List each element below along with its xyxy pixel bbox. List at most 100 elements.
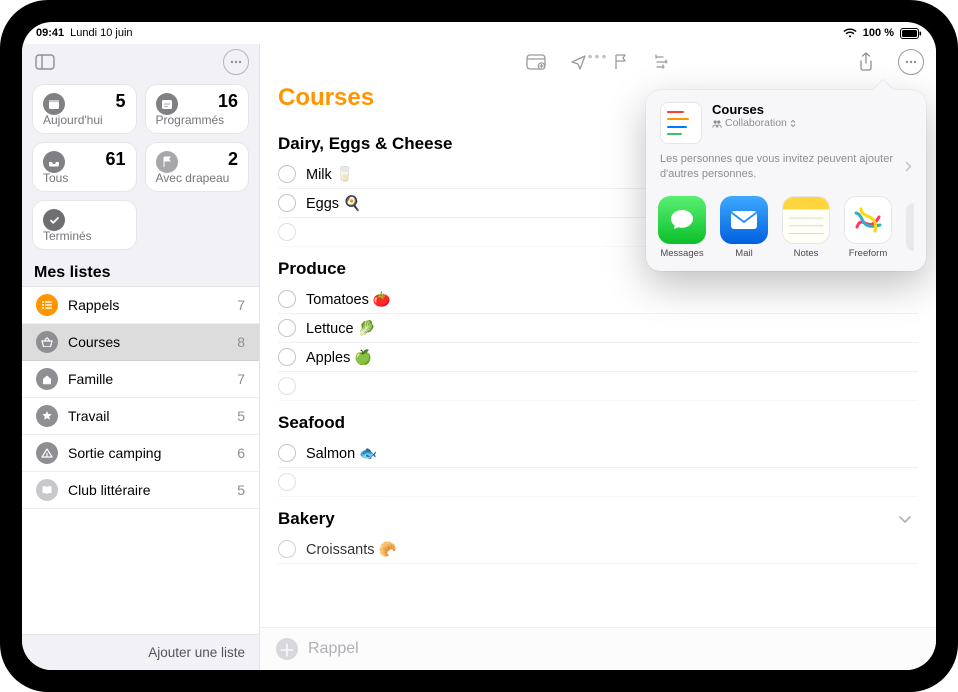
share-app-label: Messages xyxy=(660,248,703,259)
flag-icon xyxy=(156,151,178,173)
reminder-row[interactable]: Salmon 🐟 xyxy=(278,439,918,468)
share-button[interactable] xyxy=(856,52,876,72)
reminder-text: Eggs 🍳 xyxy=(306,195,361,212)
reminder-row[interactable]: Lettuce 🥬 xyxy=(278,314,918,343)
share-thumbnail-icon xyxy=(660,102,702,144)
checkbox-icon[interactable] xyxy=(278,223,296,241)
smart-completed[interactable]: Terminés xyxy=(32,200,137,250)
sidebar: 5 Aujourd'hui 16 Programmés xyxy=(22,44,260,670)
tray-icon xyxy=(43,151,65,173)
notes-icon xyxy=(782,196,830,244)
new-reminder-bar[interactable]: ＋ Rappel xyxy=(260,627,936,670)
smart-lists-grid: 5 Aujourd'hui 16 Programmés xyxy=(22,80,259,258)
smart-scheduled-count: 16 xyxy=(218,91,238,112)
ipad-device-frame: 09:41 Lundi 10 juin 100 % xyxy=(0,0,958,692)
list-row-club[interactable]: Club littéraire 5 xyxy=(22,472,259,509)
checkbox-icon[interactable] xyxy=(278,290,296,308)
list-row-courses[interactable]: Courses 8 xyxy=(22,324,259,361)
smart-today-count: 5 xyxy=(115,91,125,112)
reminder-row[interactable]: Tomatoes 🍅 xyxy=(278,285,918,314)
smart-all[interactable]: 61 Tous xyxy=(32,142,137,192)
checkbox-icon[interactable] xyxy=(278,540,296,558)
location-arrow-icon[interactable] xyxy=(568,52,588,72)
add-list-button[interactable]: Ajouter une liste xyxy=(22,634,259,670)
smart-scheduled-label: Programmés xyxy=(156,113,239,127)
main-toolbar: ••• xyxy=(260,44,936,80)
list-name: Club littéraire xyxy=(68,482,227,498)
sidebar-more-button[interactable] xyxy=(223,49,249,75)
share-app-freeform[interactable]: Freeform xyxy=(844,196,892,259)
toggle-sidebar-button[interactable] xyxy=(32,52,58,72)
tent-icon xyxy=(36,442,58,464)
reminder-text: Tomatoes 🍅 xyxy=(306,291,391,308)
reminder-text: Lettuce 🥬 xyxy=(306,320,376,337)
checkmark-icon xyxy=(43,209,65,231)
reminder-row[interactable]: Apples 🍏 xyxy=(278,343,918,372)
calendar-today-icon xyxy=(43,93,65,115)
smart-today[interactable]: 5 Aujourd'hui xyxy=(32,84,137,134)
multitask-handle-icon[interactable]: ••• xyxy=(588,48,609,64)
reminder-row[interactable]: Croissants 🥐 xyxy=(278,535,918,564)
list-count: 5 xyxy=(237,482,245,498)
tag-button[interactable] xyxy=(652,52,672,72)
reminder-row-empty[interactable] xyxy=(278,372,918,401)
my-lists: Rappels 7 Courses 8 Famill xyxy=(22,286,259,634)
my-lists-header: Mes listes xyxy=(22,258,259,286)
share-apps-row: Messages Mail Notes xyxy=(646,192,926,259)
smart-all-count: 61 xyxy=(105,149,125,170)
book-icon xyxy=(36,479,58,501)
list-row-famille[interactable]: Famille 7 xyxy=(22,361,259,398)
list-count: 5 xyxy=(237,408,245,424)
chevron-down-icon xyxy=(898,515,912,524)
share-permissions-row[interactable]: Les personnes que vous invitez peuvent a… xyxy=(646,152,926,192)
checkbox-icon[interactable] xyxy=(278,377,296,395)
share-permissions-text: Les personnes que vous invitez peuvent a… xyxy=(660,152,899,182)
share-app-mail[interactable]: Mail xyxy=(720,196,768,259)
flag-button[interactable] xyxy=(610,52,630,72)
screen: 09:41 Lundi 10 juin 100 % xyxy=(22,22,936,670)
list-row-rappels[interactable]: Rappels 7 xyxy=(22,287,259,324)
share-title: Courses xyxy=(712,102,796,117)
list-count: 7 xyxy=(237,371,245,387)
checkbox-icon[interactable] xyxy=(278,473,296,491)
share-app-notes[interactable]: Notes xyxy=(782,196,830,259)
list-name: Courses xyxy=(68,334,227,350)
smart-flagged[interactable]: 2 Avec drapeau xyxy=(145,142,250,192)
section-header: Seafood xyxy=(278,401,918,439)
share-mode-label: Collaboration xyxy=(725,117,787,129)
list-name: Rappels xyxy=(68,297,227,313)
checkbox-icon[interactable] xyxy=(278,319,296,337)
template-button[interactable] xyxy=(526,52,546,72)
list-count: 6 xyxy=(237,445,245,461)
checkbox-icon[interactable] xyxy=(278,348,296,366)
section-name: Bakery xyxy=(278,509,335,529)
share-apps-overflow[interactable] xyxy=(906,203,914,251)
freeform-icon xyxy=(844,196,892,244)
status-date: Lundi 10 juin xyxy=(70,27,132,39)
share-sheet: Courses Collaboration Les personnes que … xyxy=(646,90,926,271)
plus-icon: ＋ xyxy=(276,638,298,660)
list-row-travail[interactable]: Travail 5 xyxy=(22,398,259,435)
smart-scheduled[interactable]: 16 Programmés xyxy=(145,84,250,134)
house-icon xyxy=(36,368,58,390)
section-header[interactable]: Bakery xyxy=(278,497,918,535)
list-name: Travail xyxy=(68,408,227,424)
checkbox-icon[interactable] xyxy=(278,444,296,462)
list-count: 7 xyxy=(237,297,245,313)
share-app-messages[interactable]: Messages xyxy=(658,196,706,259)
list-count: 8 xyxy=(237,334,245,350)
new-reminder-placeholder: Rappel xyxy=(308,640,359,658)
chevron-right-icon xyxy=(905,161,912,172)
more-button[interactable] xyxy=(898,49,924,75)
share-mode-button[interactable]: Collaboration xyxy=(712,117,796,129)
checkbox-icon[interactable] xyxy=(278,165,296,183)
wifi-icon xyxy=(843,28,857,38)
list-name: Famille xyxy=(68,371,227,387)
checkbox-icon[interactable] xyxy=(278,194,296,212)
reminder-text: Milk 🥛 xyxy=(306,166,354,183)
reminder-row-empty[interactable] xyxy=(278,468,918,497)
smart-today-label: Aujourd'hui xyxy=(43,113,126,127)
list-row-camping[interactable]: Sortie camping 6 xyxy=(22,435,259,472)
battery-icon xyxy=(900,28,922,39)
app-reminders: 5 Aujourd'hui 16 Programmés xyxy=(22,44,936,670)
